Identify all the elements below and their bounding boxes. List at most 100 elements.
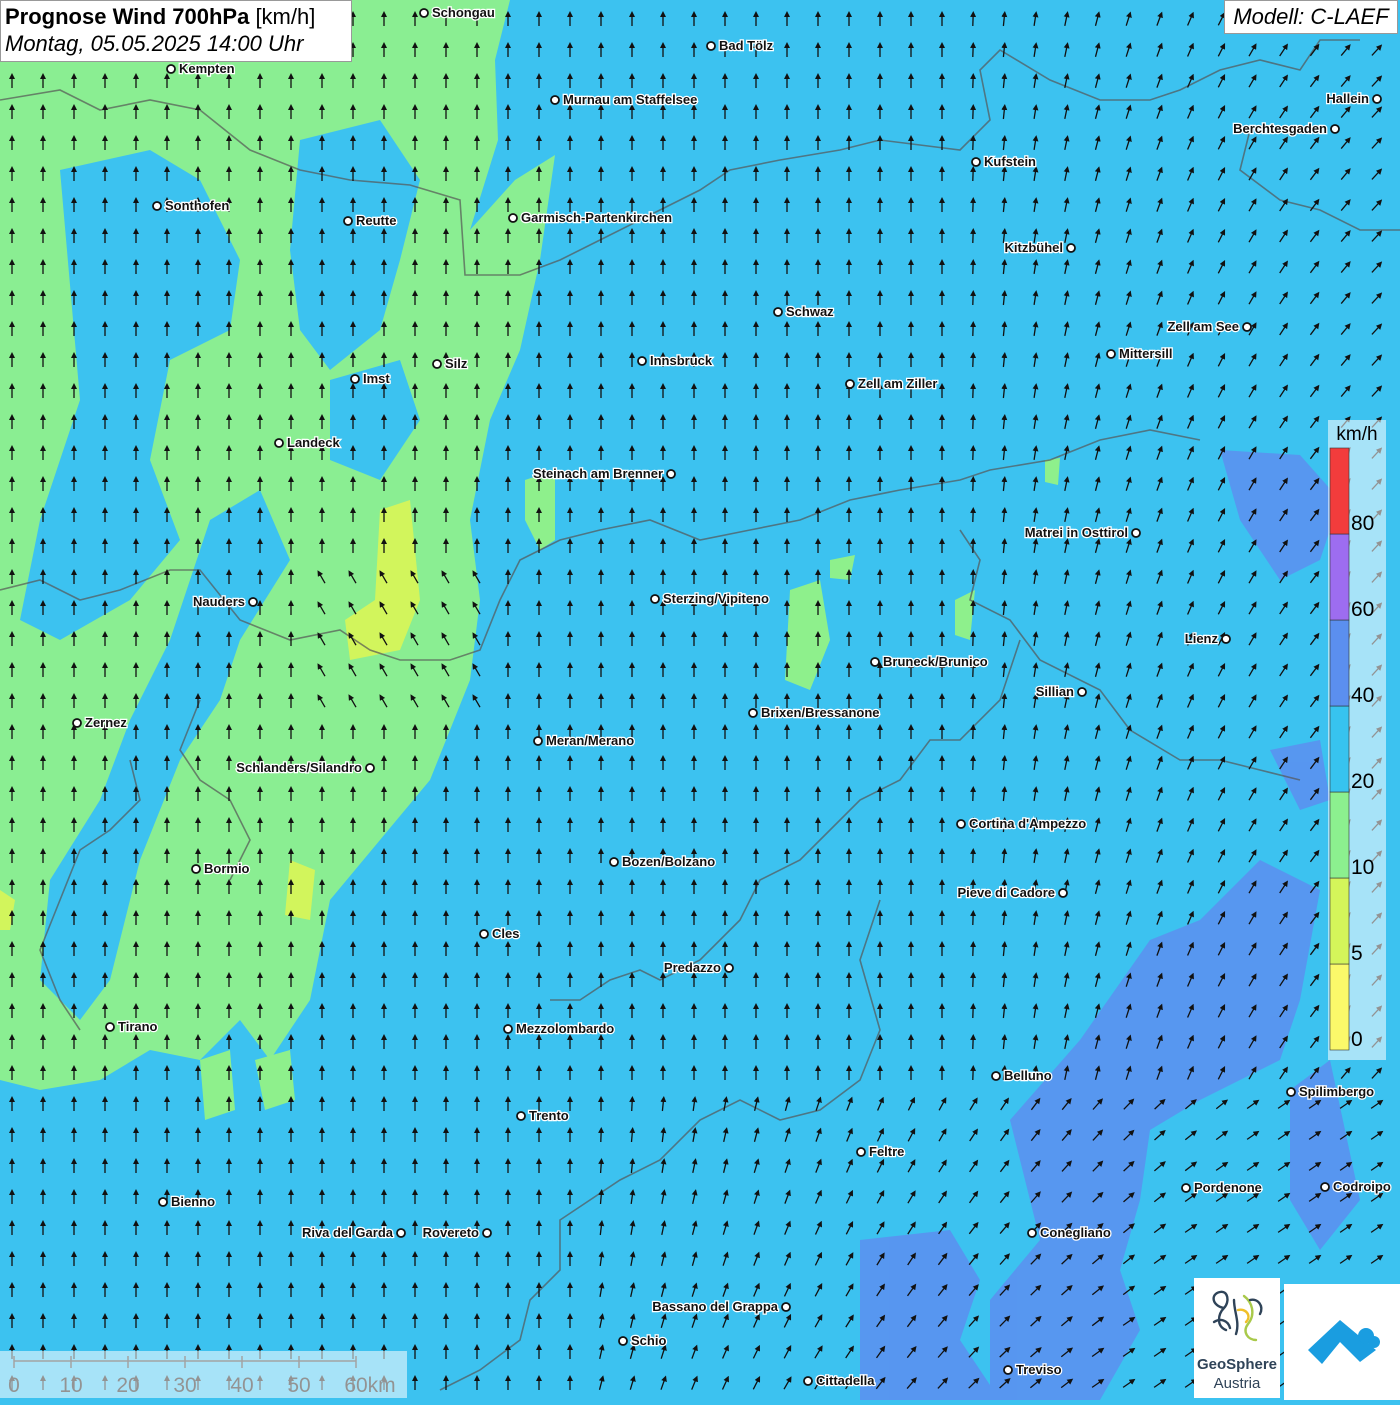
city-dot [774, 308, 782, 316]
city-dot [1321, 1183, 1329, 1191]
city-label: Imst [363, 371, 390, 386]
city-marker: Garmisch-Partenkirchen [509, 210, 672, 225]
city-dot [551, 96, 559, 104]
city-dot [782, 1303, 790, 1311]
city-marker: Brixen/Bressanone [749, 705, 880, 720]
legend-label: 0 [1351, 1028, 1363, 1051]
city-marker: Innsbruck [638, 353, 713, 368]
city-marker: Matrei in Osttirol [1025, 525, 1140, 540]
city-label: Schio [631, 1333, 666, 1348]
city-dot [619, 1337, 627, 1345]
city-dot [1059, 889, 1067, 897]
city-dot [749, 709, 757, 717]
legend-label: 5 [1351, 942, 1363, 965]
city-marker: Meran/Merano [534, 733, 634, 748]
app-arrow-icon [1284, 1284, 1400, 1400]
city-dot [1331, 125, 1339, 133]
legend-label: 40 [1351, 684, 1374, 707]
city-marker: Schlanders/Silandro [236, 760, 374, 775]
city-label: Zernez [85, 715, 127, 730]
city-dot [420, 9, 428, 17]
title-box: Prognose Wind 700hPa [km/h] Montag, 05.0… [0, 0, 352, 62]
city-marker: Cortina d'Ampezzo [957, 816, 1086, 831]
map-title-unit: [km/h] [255, 4, 315, 29]
city-dot [344, 217, 352, 225]
city-marker: Berchtesgaden [1233, 121, 1339, 136]
city-label: Mezzolombardo [516, 1021, 614, 1036]
city-dot [707, 42, 715, 50]
city-dot [1028, 1229, 1036, 1237]
scale-bar-box [0, 1351, 407, 1398]
city-label: Steinach am Brenner [533, 466, 663, 481]
city-marker: Bruneck/Brunico [871, 654, 988, 669]
legend-label: 20 [1351, 770, 1374, 793]
geosphere-logo-name: GeoSphere [1194, 1356, 1280, 1373]
geosphere-logo[interactable]: GeoSphere Austria [1194, 1278, 1280, 1398]
wind-arrow [632, 1099, 633, 1111]
city-dot [804, 1377, 812, 1385]
city-marker: Zell am Ziller [846, 376, 937, 391]
city-label: Sonthofen [165, 198, 229, 213]
city-dot [972, 158, 980, 166]
city-dot [871, 658, 879, 666]
city-dot [638, 357, 646, 365]
city-label: Bassano del Grappa [652, 1299, 778, 1314]
city-marker: Zell am See [1167, 319, 1251, 334]
city-label: Sterzing/Vipiteno [663, 591, 769, 606]
city-label: Landeck [287, 435, 341, 450]
city-label: Zell am See [1167, 319, 1239, 334]
city-label: Pordenone [1194, 1180, 1262, 1195]
wind-arrow [601, 1161, 602, 1173]
city-label: Cittadella [816, 1373, 875, 1388]
legend-label: 80 [1351, 512, 1374, 535]
city-dot [106, 1023, 114, 1031]
city-label: Spilimbergo [1299, 1084, 1374, 1099]
legend-band [1330, 448, 1349, 534]
city-label: Bad Tölz [719, 38, 774, 53]
city-label: Trento [529, 1108, 569, 1123]
legend-label: 60 [1351, 598, 1374, 621]
city-label: Feltre [869, 1144, 904, 1159]
city-label: Predazzo [664, 960, 721, 975]
city-label: Cles [492, 926, 519, 941]
legend-band [1330, 620, 1349, 706]
city-dot [480, 930, 488, 938]
city-dot [957, 820, 965, 828]
city-marker: Pieve di Cadore [957, 885, 1067, 900]
geosphere-logo-country: Austria [1194, 1375, 1280, 1392]
city-dot [667, 470, 675, 478]
city-dot [366, 764, 374, 772]
city-label: Murnau am Staffelsee [563, 92, 697, 107]
city-marker: Conegliano [1028, 1225, 1111, 1240]
city-dot [1182, 1184, 1190, 1192]
city-marker: Sterzing/Vipiteno [651, 591, 769, 606]
city-label: Brixen/Bressanone [761, 705, 880, 720]
city-label: Bienno [171, 1194, 215, 1209]
city-label: Mittersill [1119, 346, 1172, 361]
city-label: Kempten [179, 61, 235, 76]
legend-band [1330, 878, 1349, 964]
app-logo[interactable] [1284, 1284, 1400, 1400]
city-dot [509, 214, 517, 222]
city-dot [1132, 529, 1140, 537]
city-label: Cortina d'Ampezzo [969, 816, 1086, 831]
map-subtitle: Montag, 05.05.2025 14:00 Uhr [5, 31, 347, 57]
city-dot [397, 1229, 405, 1237]
city-dot [846, 380, 854, 388]
city-label: Berchtesgaden [1233, 121, 1327, 136]
legend-band [1330, 964, 1349, 1050]
city-dot [1287, 1088, 1295, 1096]
city-marker: Steinach am Brenner [533, 466, 675, 481]
city-label: Tirano [118, 1019, 158, 1034]
city-label: Pieve di Cadore [957, 885, 1055, 900]
city-dot [1004, 1366, 1012, 1374]
legend-band [1330, 534, 1349, 620]
city-label: Innsbruck [650, 353, 713, 368]
city-label: Silz [445, 356, 468, 371]
legend: km/h 051020406080 [1328, 420, 1386, 1060]
model-label: Modell: C-LAEF [1224, 0, 1398, 34]
city-dot [857, 1148, 865, 1156]
legend-band [1330, 792, 1349, 878]
city-label: Schongau [432, 5, 495, 20]
city-label: Codroipo [1333, 1179, 1391, 1194]
